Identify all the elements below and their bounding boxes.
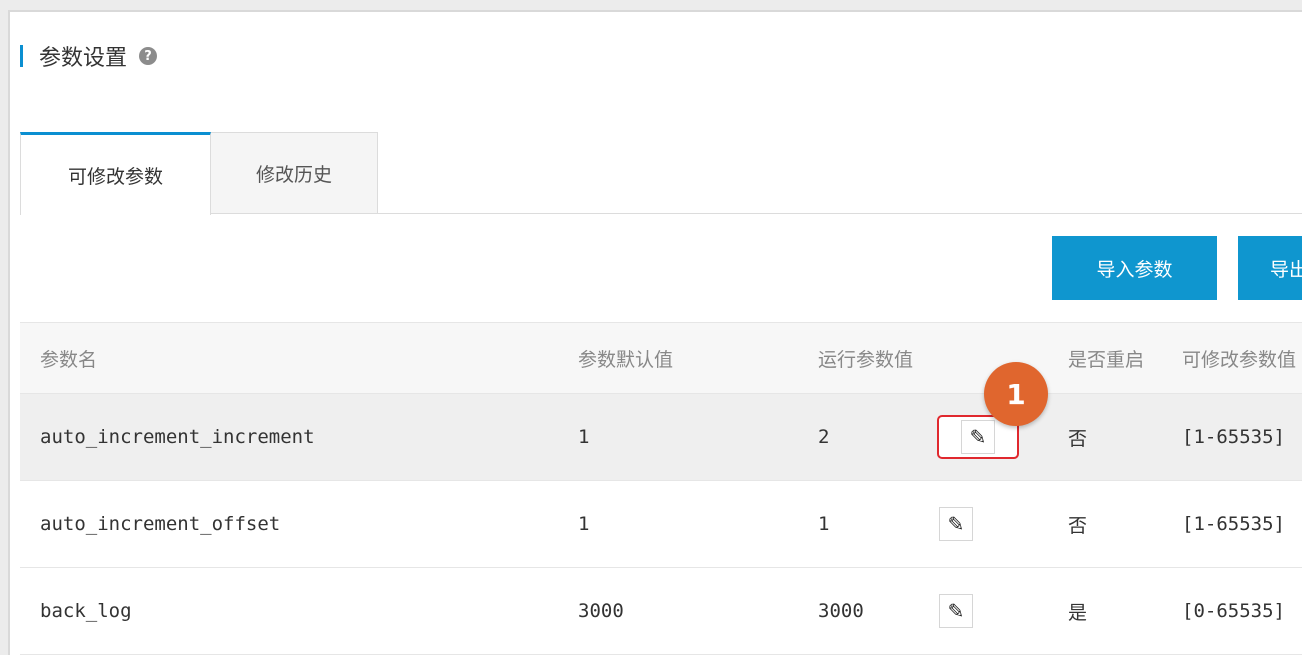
section-header: 参数设置 ?: [20, 40, 158, 72]
header-default-value: 参数默认值: [578, 348, 674, 371]
import-params-button[interactable]: 导入参数: [1052, 236, 1217, 300]
pencil-icon: ✎: [969, 425, 987, 449]
param-restart: 否: [1068, 427, 1088, 450]
param-running: 2: [818, 426, 830, 448]
params-table: 参数名 参数默认值 运行参数值 是否重启 可修改参数值 auto_increme…: [20, 322, 1302, 655]
param-default: 1: [578, 513, 590, 535]
page-title: 参数设置: [39, 46, 128, 71]
param-running: 1: [818, 513, 830, 535]
param-default: 1: [578, 426, 590, 448]
tab-label: 修改历史: [255, 163, 332, 186]
table-row: auto_increment_increment 1 2 ✎ 否 [1-6553…: [20, 394, 1302, 481]
frame-border-top: [10, 10, 1302, 12]
header-allowed-range: 可修改参数值: [1182, 348, 1297, 371]
tab-modify-history[interactable]: 修改历史: [211, 132, 378, 214]
edit-cell: ✎: [939, 481, 973, 567]
frame-border-left: [8, 10, 10, 655]
export-params-button[interactable]: 导出参数: [1238, 236, 1302, 300]
table-row: auto_increment_offset 1 1 ✎ 否 [1-65535]: [20, 481, 1302, 568]
edit-button-inner[interactable]: ✎: [961, 420, 995, 454]
tab-bar: 可修改参数 修改历史: [20, 132, 1302, 215]
table-row: back_log 3000 3000 ✎ 是 [0-65535]: [20, 568, 1302, 655]
question-circle-icon[interactable]: ?: [139, 47, 158, 65]
header-param-name: 参数名: [40, 348, 98, 371]
param-range: [1-65535]: [1182, 513, 1285, 535]
tab-modifiable-params[interactable]: 可修改参数: [20, 132, 211, 215]
pencil-icon: ✎: [947, 512, 965, 536]
title-accent-bar: [20, 45, 23, 67]
param-range: [0-65535]: [1182, 600, 1285, 622]
edit-button[interactable]: ✎: [939, 594, 973, 628]
edit-cell: ✎: [939, 568, 973, 654]
pencil-icon: ✎: [947, 599, 965, 623]
edit-button[interactable]: ✎: [939, 507, 973, 541]
header-running-value: 运行参数值: [818, 348, 914, 371]
param-default: 3000: [578, 600, 624, 622]
param-name: auto_increment_offset: [40, 513, 281, 535]
param-name: back_log: [40, 600, 132, 622]
param-running: 3000: [818, 600, 864, 622]
param-range: [1-65535]: [1182, 426, 1285, 448]
step-callout-badge: 1: [984, 362, 1048, 426]
param-restart: 否: [1068, 514, 1088, 537]
param-restart: 是: [1068, 601, 1088, 624]
param-name: auto_increment_increment: [40, 426, 315, 448]
tab-label: 可修改参数: [67, 165, 163, 188]
header-restart-required: 是否重启: [1068, 348, 1145, 371]
table-header: 参数名 参数默认值 运行参数值 是否重启 可修改参数值: [20, 322, 1302, 394]
